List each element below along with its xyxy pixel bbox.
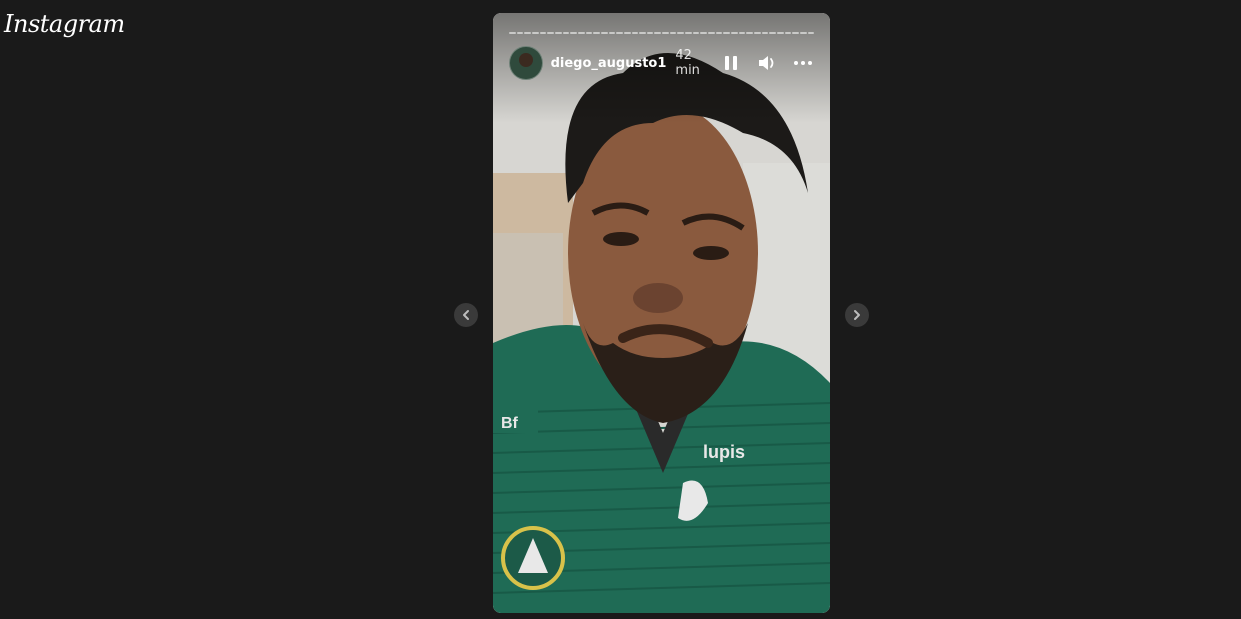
progress-segment: [654, 32, 662, 34]
more-options-button[interactable]: [792, 52, 814, 74]
progress-segment: [799, 32, 807, 34]
svg-text:lupis: lupis: [703, 442, 745, 462]
progress-segment: [807, 32, 815, 34]
volume-button[interactable]: [756, 52, 778, 74]
progress-segment: [662, 32, 669, 34]
progress-segment: [616, 32, 623, 34]
story-viewer[interactable]: Bf lupis diego_augusto1 42 min: [493, 13, 830, 613]
progress-segment: [562, 32, 570, 34]
progress-segment: [776, 32, 784, 34]
previous-story-button[interactable]: [454, 303, 478, 327]
more-options-icon: [794, 61, 812, 65]
progress-segment: [700, 32, 708, 34]
progress-segment: [784, 32, 792, 34]
pause-icon: [725, 56, 737, 70]
progress-segment: [769, 32, 776, 34]
progress-segment: [623, 32, 631, 34]
progress-segment: [669, 32, 677, 34]
story-header: diego_augusto1 42 min: [509, 46, 814, 80]
progress-segment: [593, 32, 600, 34]
progress-segment: [524, 32, 531, 34]
progress-segment: [570, 32, 577, 34]
progress-segment: [554, 32, 562, 34]
progress-segment: [539, 32, 547, 34]
progress-segment: [738, 32, 746, 34]
progress-segment: [631, 32, 639, 34]
progress-segment: [692, 32, 700, 34]
progress-segment: [547, 32, 554, 34]
progress-segment: [509, 32, 516, 34]
story-username[interactable]: diego_augusto1: [551, 56, 667, 71]
pause-button[interactable]: [720, 52, 742, 74]
svg-text:Bf: Bf: [501, 415, 519, 432]
progress-segment: [754, 32, 761, 34]
progress-segment: [792, 32, 799, 34]
progress-segment: [646, 32, 654, 34]
next-story-button[interactable]: [845, 303, 869, 327]
progress-segment: [746, 32, 753, 34]
progress-segment: [677, 32, 685, 34]
progress-segment: [531, 32, 539, 34]
progress-segment: [585, 32, 593, 34]
progress-segment: [708, 32, 715, 34]
progress-segment: [715, 32, 723, 34]
progress-segment: [723, 32, 731, 34]
progress-segment: [608, 32, 616, 34]
progress-segment: [516, 32, 524, 34]
chevron-right-icon: [854, 310, 860, 320]
volume-icon: [759, 56, 774, 70]
progress-segment: [761, 32, 769, 34]
progress-segment: [685, 32, 692, 34]
progress-segment: [639, 32, 646, 34]
story-controls: [720, 52, 814, 74]
story-progress-bar: [509, 32, 815, 34]
progress-segment: [731, 32, 738, 34]
story-timestamp: 42 min: [675, 48, 700, 78]
instagram-logo[interactable]: Instagram: [4, 10, 125, 38]
progress-segment: [600, 32, 608, 34]
chevron-left-icon: [463, 310, 469, 320]
progress-segment: [577, 32, 585, 34]
avatar[interactable]: [509, 46, 543, 80]
